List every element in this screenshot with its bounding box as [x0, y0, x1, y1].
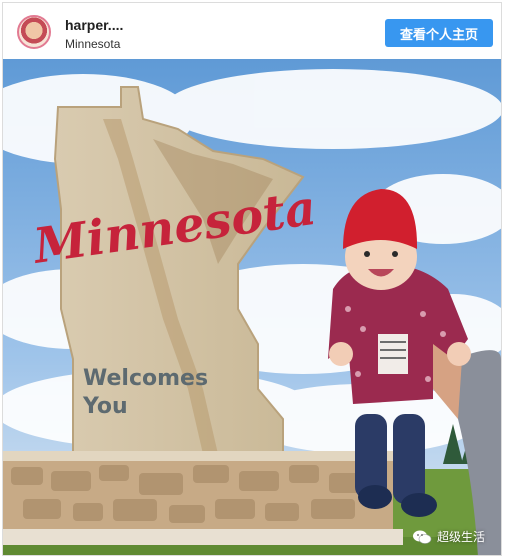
watermark-text: 超级生活	[436, 530, 485, 544]
stone-base	[3, 451, 403, 545]
wechat-icon	[412, 530, 432, 544]
view-profile-button[interactable]: 查看个人主页	[385, 19, 493, 47]
sign-welcomes-text: Welcomes	[83, 366, 208, 391]
post-photo: Minnesota Welcomes You 超级生活	[3, 59, 501, 555]
location-label[interactable]: Minnesota	[65, 37, 120, 51]
avatar[interactable]	[17, 15, 51, 49]
sign-you-text: You	[82, 394, 128, 419]
post-header: harper.... Minnesota 查看个人主页	[3, 3, 501, 59]
post-card: harper.... Minnesota 查看个人主页 Minnesota We…	[2, 2, 502, 556]
watermark: 超级生活	[412, 528, 485, 545]
photo-illustration: Minnesota Welcomes You	[3, 59, 501, 555]
username[interactable]: harper....	[65, 17, 123, 33]
